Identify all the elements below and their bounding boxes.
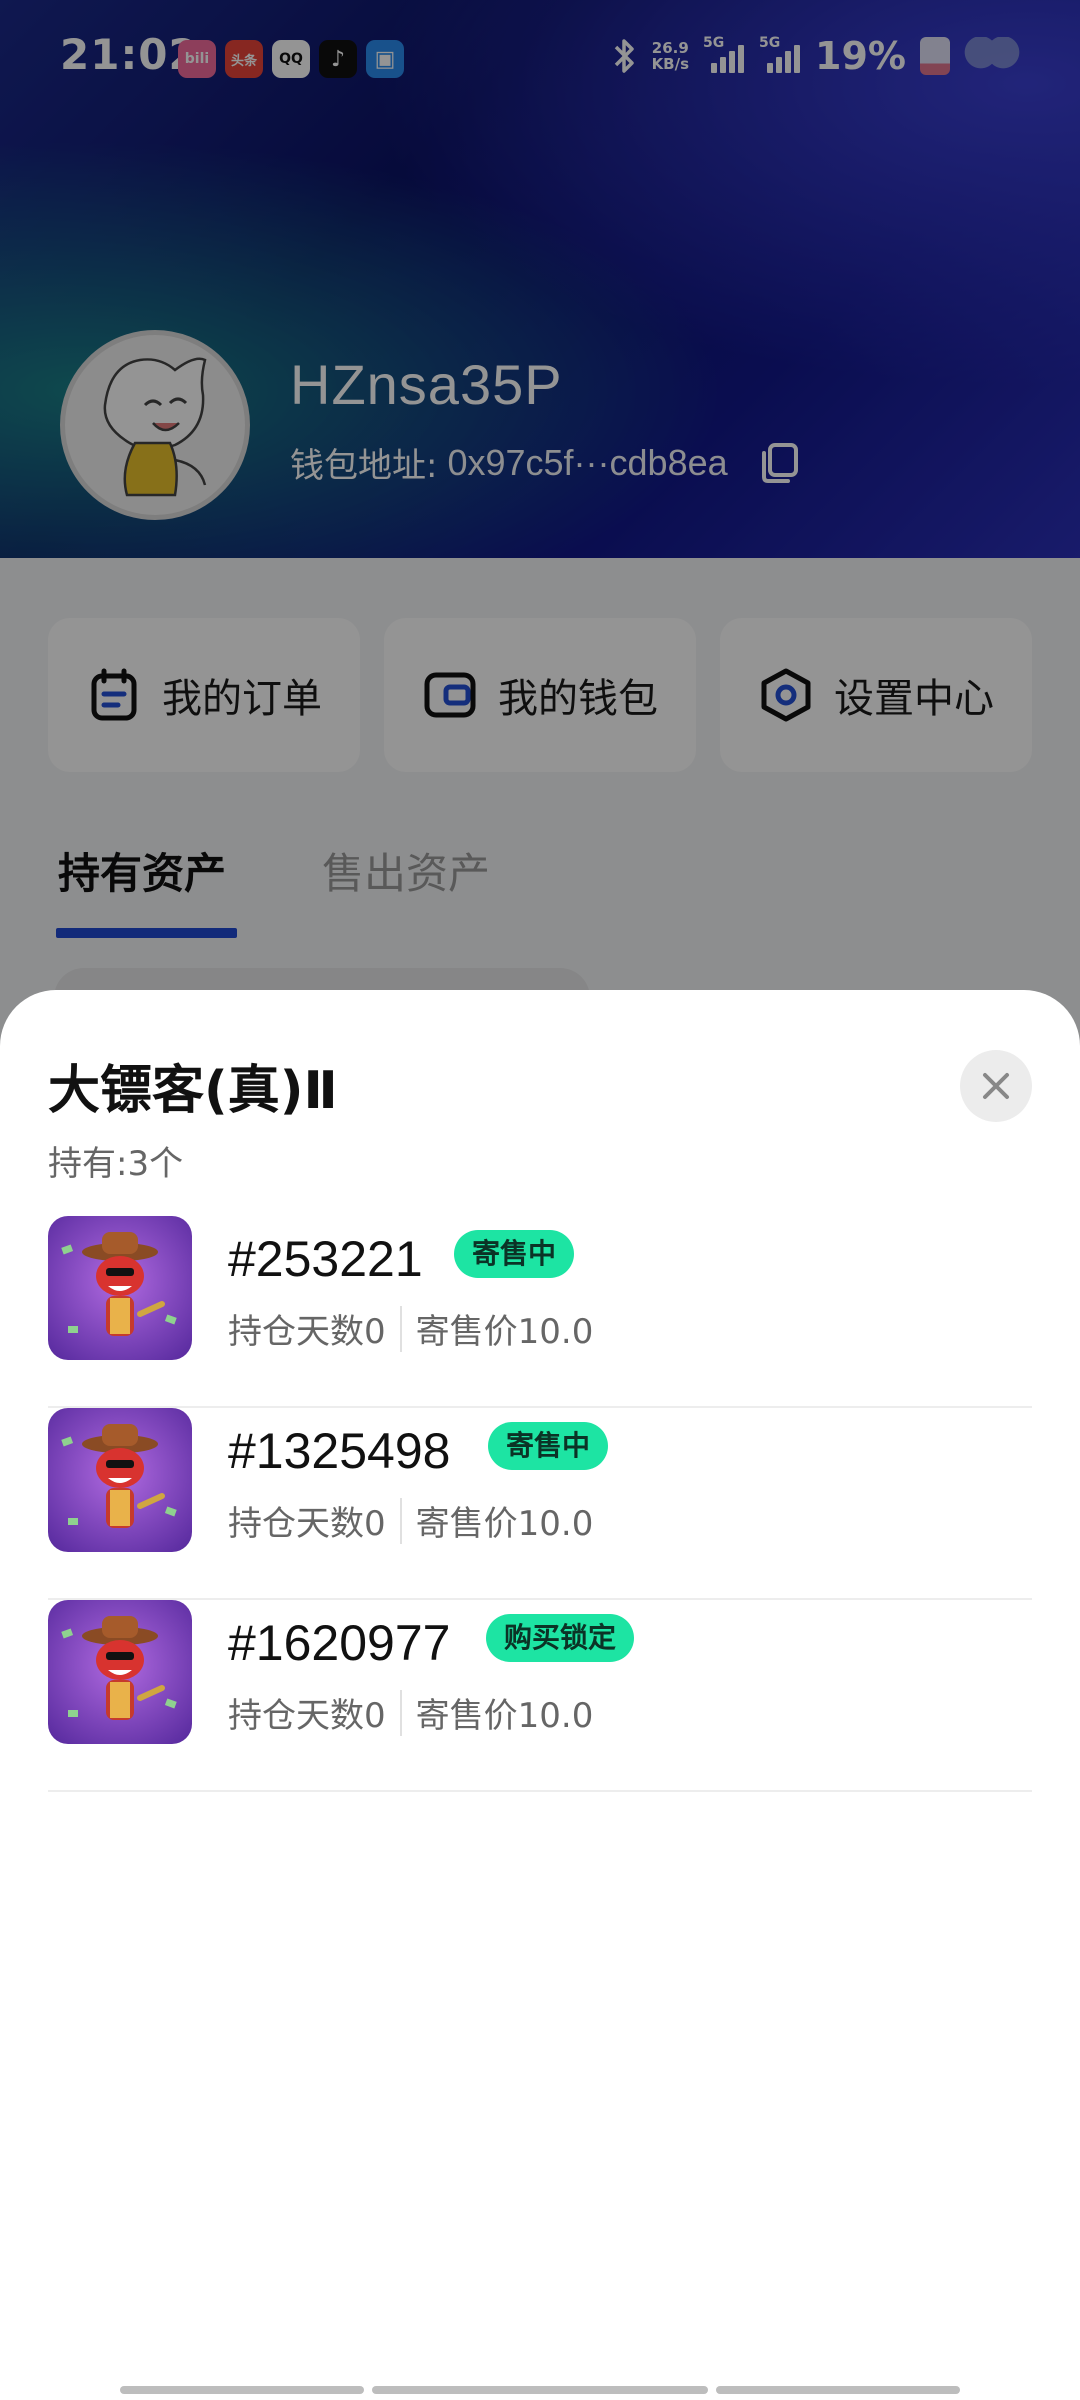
gesture-bar[interactable] [0, 2386, 1080, 2400]
status-badge: 购买锁定 [486, 1614, 635, 1662]
cowboy-dragon-image [48, 1408, 192, 1552]
asset-list: #253221 寄售中 持仓天数0 寄售价10.0 #1325498 寄售中 持… [48, 1216, 1032, 1792]
asset-id: #1620977 [228, 1615, 451, 1671]
asset-meta: 持仓天数0 寄售价10.0 [228, 1688, 593, 1737]
list-item[interactable]: #1325498 寄售中 持仓天数0 寄售价10.0 [48, 1408, 1032, 1600]
list-item[interactable]: #1620977 购买锁定 持仓天数0 寄售价10.0 [48, 1600, 1032, 1792]
screen: 21:02 bili 头条 QQ ♪ ▣ 26.9 KB/s 5G 5G 19%… [0, 0, 1080, 2400]
list-item[interactable]: #253221 寄售中 持仓天数0 寄售价10.0 [48, 1216, 1032, 1408]
consign-price: 寄售价10.0 [415, 1312, 594, 1352]
consign-price: 寄售价10.0 [415, 1696, 594, 1736]
holding-days: 持仓天数0 [228, 1696, 386, 1736]
meta-divider [399, 1689, 402, 1736]
cowboy-dragon-image [48, 1216, 192, 1360]
status-badge: 寄售中 [454, 1230, 575, 1278]
asset-meta: 持仓天数0 寄售价10.0 [228, 1496, 593, 1545]
asset-id: #1325498 [228, 1423, 451, 1479]
asset-thumbnail [48, 1408, 192, 1552]
consign-price: 寄售价10.0 [415, 1504, 594, 1544]
asset-thumbnail [48, 1600, 192, 1744]
meta-divider [399, 1497, 402, 1544]
holding-count: 持有:3个 [48, 1144, 184, 1184]
asset-id: #253221 [228, 1231, 423, 1287]
asset-meta: 持仓天数0 寄售价10.0 [228, 1304, 593, 1353]
holding-days: 持仓天数0 [228, 1312, 386, 1352]
holding-days: 持仓天数0 [228, 1504, 386, 1544]
status-badge: 寄售中 [488, 1422, 609, 1470]
meta-divider [399, 1305, 402, 1352]
cowboy-dragon-image [48, 1600, 192, 1744]
asset-detail-sheet: 大镖客(真)Ⅱ 持有:3个 #253221 寄售中 持仓天数0 寄售价10.0 … [0, 990, 1080, 2400]
close-icon [983, 1073, 1009, 1099]
asset-thumbnail [48, 1216, 192, 1360]
close-button[interactable] [960, 1050, 1032, 1122]
sheet-title: 大镖客(真)Ⅱ [48, 1061, 338, 1121]
